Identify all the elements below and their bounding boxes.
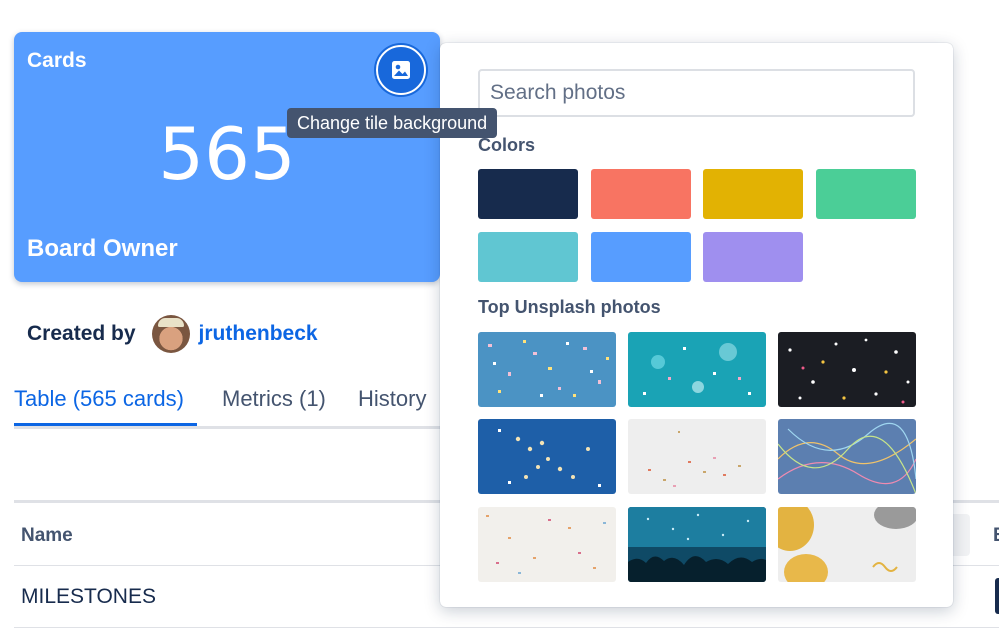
tab-history[interactable]: History (358, 386, 426, 412)
tile-title: Cards (27, 49, 87, 72)
photo-streamers-confetti[interactable] (778, 419, 916, 494)
photo-white-sprinkles[interactable] (478, 507, 616, 582)
color-swatch-navy[interactable] (478, 169, 578, 219)
row-control-partial (995, 578, 999, 614)
stat-tile: Cards 565 Board Owner (14, 32, 440, 282)
tab-metrics[interactable]: Metrics (1) (222, 386, 326, 412)
tile-footer: Board Owner (27, 235, 178, 262)
color-swatch-green[interactable] (816, 169, 916, 219)
color-swatch-purple[interactable] (703, 232, 803, 282)
color-swatch-red[interactable] (591, 169, 691, 219)
color-swatch-blue[interactable] (591, 232, 691, 282)
photo-teal-confetti-bokeh[interactable] (628, 332, 766, 407)
image-icon (392, 61, 410, 79)
table-cell-name[interactable]: MILESTONES (21, 585, 156, 609)
column-header-partial: E (993, 525, 999, 547)
creator-link[interactable]: jruthenbeck (199, 322, 318, 346)
color-swatch-yellow[interactable] (703, 169, 803, 219)
tabs: Table (565 cards) Metrics (1) History (14, 386, 454, 429)
search-photos-input[interactable] (478, 69, 915, 117)
photo-blue-confetti[interactable] (478, 332, 616, 407)
tooltip: Change tile background (287, 108, 498, 138)
column-header-name[interactable]: Name (21, 525, 73, 547)
change-background-button[interactable] (376, 45, 426, 95)
photo-blue-stars-confetti[interactable] (478, 419, 616, 494)
background-picker: Colors Top Unsplash photos (440, 43, 953, 607)
color-swatch-teal[interactable] (478, 232, 578, 282)
row-divider (14, 627, 999, 628)
created-by: Created by jruthenbeck (27, 315, 318, 353)
avatar (151, 315, 190, 353)
photo-gold-balloons[interactable] (778, 507, 916, 582)
photo-white-confetti[interactable] (628, 419, 766, 494)
created-by-label: Created by (27, 322, 136, 345)
tab-table[interactable]: Table (565 cards) (14, 386, 184, 412)
active-tab-indicator (14, 423, 197, 426)
photo-concert-crowd[interactable] (628, 507, 766, 582)
colors-title: Colors (478, 135, 536, 155)
photos-title: Top Unsplash photos (478, 297, 661, 317)
photo-dark-confetti[interactable] (778, 332, 916, 407)
